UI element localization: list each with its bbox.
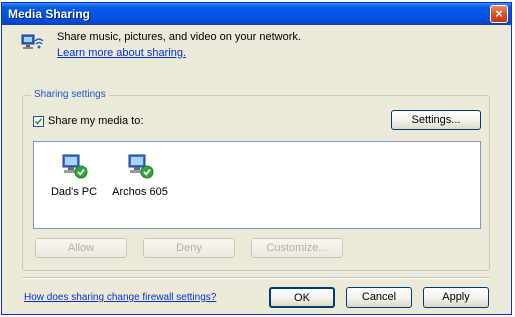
title-bar[interactable]: Media Sharing × [2,3,511,25]
device-item[interactable]: Archos 605 [110,152,170,198]
deny-button[interactable]: Deny [143,238,235,258]
device-label: Archos 605 [112,186,168,198]
sharing-settings-legend: Sharing settings [31,89,109,100]
device-list[interactable]: Dad's PC Archos 605 [33,141,481,229]
cancel-button[interactable]: Cancel [346,287,412,308]
settings-button[interactable]: Settings... [391,110,481,130]
window-title: Media Sharing [8,7,91,21]
learn-more-link[interactable]: Learn more about sharing. [57,47,186,59]
customize-button[interactable]: Customize... [251,238,343,258]
share-media-checkbox-row[interactable]: Share my media to: [33,115,143,127]
ok-button[interactable]: OK [269,287,335,308]
sharing-settings-group: Sharing settings Share my media to: Sett… [22,89,490,271]
computer-shared-icon [62,154,88,179]
firewall-help-link[interactable]: How does sharing change firewall setting… [24,292,216,303]
intro-description: Share music, pictures, and video on your… [57,31,301,43]
checkmark-icon [34,117,43,125]
media-sharing-dialog: Media Sharing × Share music, pictures, a… [1,2,512,315]
media-sharing-icon [21,34,44,49]
computer-shared-icon [128,154,154,179]
close-button[interactable]: × [490,5,508,23]
allow-button[interactable]: Allow [35,238,127,258]
apply-button[interactable]: Apply [423,287,489,308]
device-item[interactable]: Dad's PC [44,152,104,198]
share-media-checkbox[interactable] [33,115,44,127]
share-media-label: Share my media to: [48,115,144,127]
footer-separator [22,277,490,279]
device-label: Dad's PC [50,186,98,198]
